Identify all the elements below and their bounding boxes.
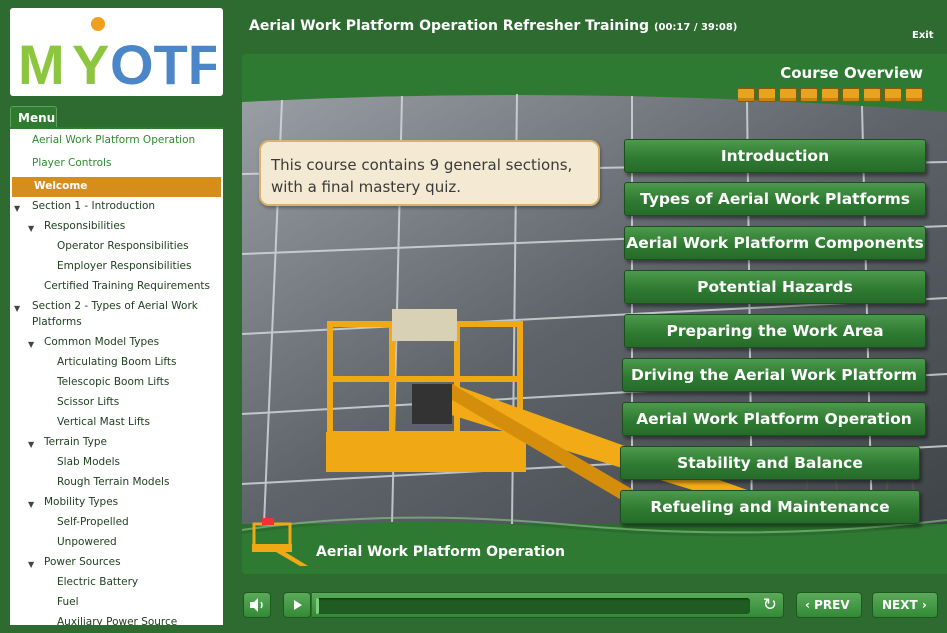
menu-item-auxiliary-power[interactable]: Auxiliary Power Source <box>10 613 223 625</box>
menu-item-mobility-types[interactable]: ▼ Mobility Types <box>10 493 223 513</box>
progress-track[interactable] <box>316 598 750 614</box>
menu-tab[interactable]: Menu <box>10 106 57 128</box>
next-label: NEXT <box>882 598 918 612</box>
menu-item-slab-models[interactable]: Slab Models <box>10 453 223 473</box>
exit-button[interactable]: Exit <box>912 30 934 41</box>
menu-item-articulating-boom[interactable]: Articulating Boom Lifts <box>10 353 223 373</box>
progress-square <box>842 88 860 102</box>
collapse-triangle-icon[interactable]: ▼ <box>28 337 34 352</box>
play-icon <box>294 600 302 610</box>
slide-heading: Course Overview <box>780 64 923 82</box>
progress-square <box>884 88 902 102</box>
section-progress-squares <box>737 88 923 102</box>
myotf-logo: M Y OTF <box>10 8 223 96</box>
menu-item-power-sources[interactable]: ▼ Power Sources <box>10 553 223 573</box>
collapse-triangle-icon[interactable]: ▼ <box>28 557 34 572</box>
section-button-hazards[interactable]: Potential Hazards <box>624 270 926 304</box>
menu-item-vertical-mast[interactable]: Vertical Mast Lifts <box>10 413 223 433</box>
menu-item-player-controls[interactable]: Player Controls <box>10 154 223 174</box>
slide-footer-title: Aerial Work Platform Operation <box>316 544 565 560</box>
speaker-icon <box>250 598 263 612</box>
replay-icon[interactable]: ↻ <box>763 596 777 614</box>
next-button[interactable]: NEXT › <box>872 592 938 618</box>
section-button-introduction[interactable]: Introduction <box>624 139 926 173</box>
lift-thumbnail-icon <box>252 518 308 566</box>
chevron-right-icon: › <box>921 598 927 612</box>
progress-square <box>800 88 818 102</box>
menu-item-electric-battery[interactable]: Electric Battery <box>10 573 223 593</box>
menu-item-section-2-cont[interactable]: Platforms <box>10 314 223 333</box>
svg-text:Y: Y <box>72 33 109 90</box>
menu-item-unpowered[interactable]: Unpowered <box>10 533 223 553</box>
progress-square <box>737 88 755 102</box>
section-button-operation[interactable]: Aerial Work Platform Operation <box>622 402 926 436</box>
progress-fill <box>316 598 320 614</box>
menu-item-common-model-types[interactable]: ▼ Common Model Types <box>10 333 223 353</box>
progress-square <box>758 88 776 102</box>
collapse-triangle-icon[interactable]: ▼ <box>28 497 34 512</box>
progress-square <box>779 88 797 102</box>
svg-text:OTF: OTF <box>110 33 216 90</box>
menu-item-responsibilities[interactable]: ▼ Responsibilities <box>10 217 223 237</box>
collapse-triangle-icon[interactable]: ▼ <box>28 221 34 236</box>
course-callout: This course contains 9 general sections,… <box>259 140 600 206</box>
section-button-types[interactable]: Types of Aerial Work Platforms <box>624 182 926 216</box>
course-time: (00:17 / 39:08) <box>653 22 738 33</box>
menu-item-scissor-lifts[interactable]: Scissor Lifts <box>10 393 223 413</box>
menu-item-terrain-type[interactable]: ▼ Terrain Type <box>10 433 223 453</box>
menu-item-operator-responsibilities[interactable]: Operator Responsibilities <box>10 237 223 257</box>
slide-stage: Course Overview This course contains 9 g… <box>242 54 947 574</box>
chevron-left-icon: ‹ <box>805 598 810 612</box>
menu-item-section-2[interactable]: ▼ Section 2 - Types of Aerial Work <box>10 297 223 314</box>
menu-item-fuel[interactable]: Fuel <box>10 593 223 613</box>
prev-label: PREV <box>814 598 850 612</box>
menu-item-certified-training[interactable]: Certified Training Requirements <box>10 277 223 297</box>
section-button-driving[interactable]: Driving the Aerial Work Platform <box>622 358 926 392</box>
menu-item-course[interactable]: Aerial Work Platform Operation <box>10 131 223 151</box>
menu-item-welcome[interactable]: Welcome <box>12 177 221 197</box>
playback-progress: ↻ <box>312 592 784 618</box>
collapse-triangle-icon[interactable]: ▼ <box>14 201 20 216</box>
progress-square <box>905 88 923 102</box>
section-button-stability[interactable]: Stability and Balance <box>620 446 920 480</box>
prev-button[interactable]: ‹ PREV <box>796 592 862 618</box>
menu-item-employer-responsibilities[interactable]: Employer Responsibilities <box>10 257 223 277</box>
section-button-refueling[interactable]: Refueling and Maintenance <box>620 490 920 524</box>
svg-text:M: M <box>18 33 65 90</box>
progress-square <box>863 88 881 102</box>
logo-graphic: M Y OTF <box>18 17 216 90</box>
section-button-components[interactable]: Aerial Work Platform Components <box>624 226 926 260</box>
course-title: Aerial Work Platform Operation Refresher… <box>249 18 737 34</box>
section-button-preparing[interactable]: Preparing the Work Area <box>624 314 926 348</box>
menu-panel: Aerial Work Platform Operation Player Co… <box>10 127 223 625</box>
menu-item-section-1[interactable]: ▼ Section 1 - Introduction <box>10 197 223 217</box>
course-title-text: Aerial Work Platform Operation Refresher… <box>249 18 650 34</box>
collapse-triangle-icon[interactable]: ▼ <box>28 437 34 452</box>
progress-square <box>821 88 839 102</box>
play-button[interactable] <box>283 592 311 618</box>
menu-item-telescopic-boom[interactable]: Telescopic Boom Lifts <box>10 373 223 393</box>
volume-button[interactable] <box>243 592 271 618</box>
menu-item-rough-terrain[interactable]: Rough Terrain Models <box>10 473 223 493</box>
menu-item-self-propelled[interactable]: Self-Propelled <box>10 513 223 533</box>
